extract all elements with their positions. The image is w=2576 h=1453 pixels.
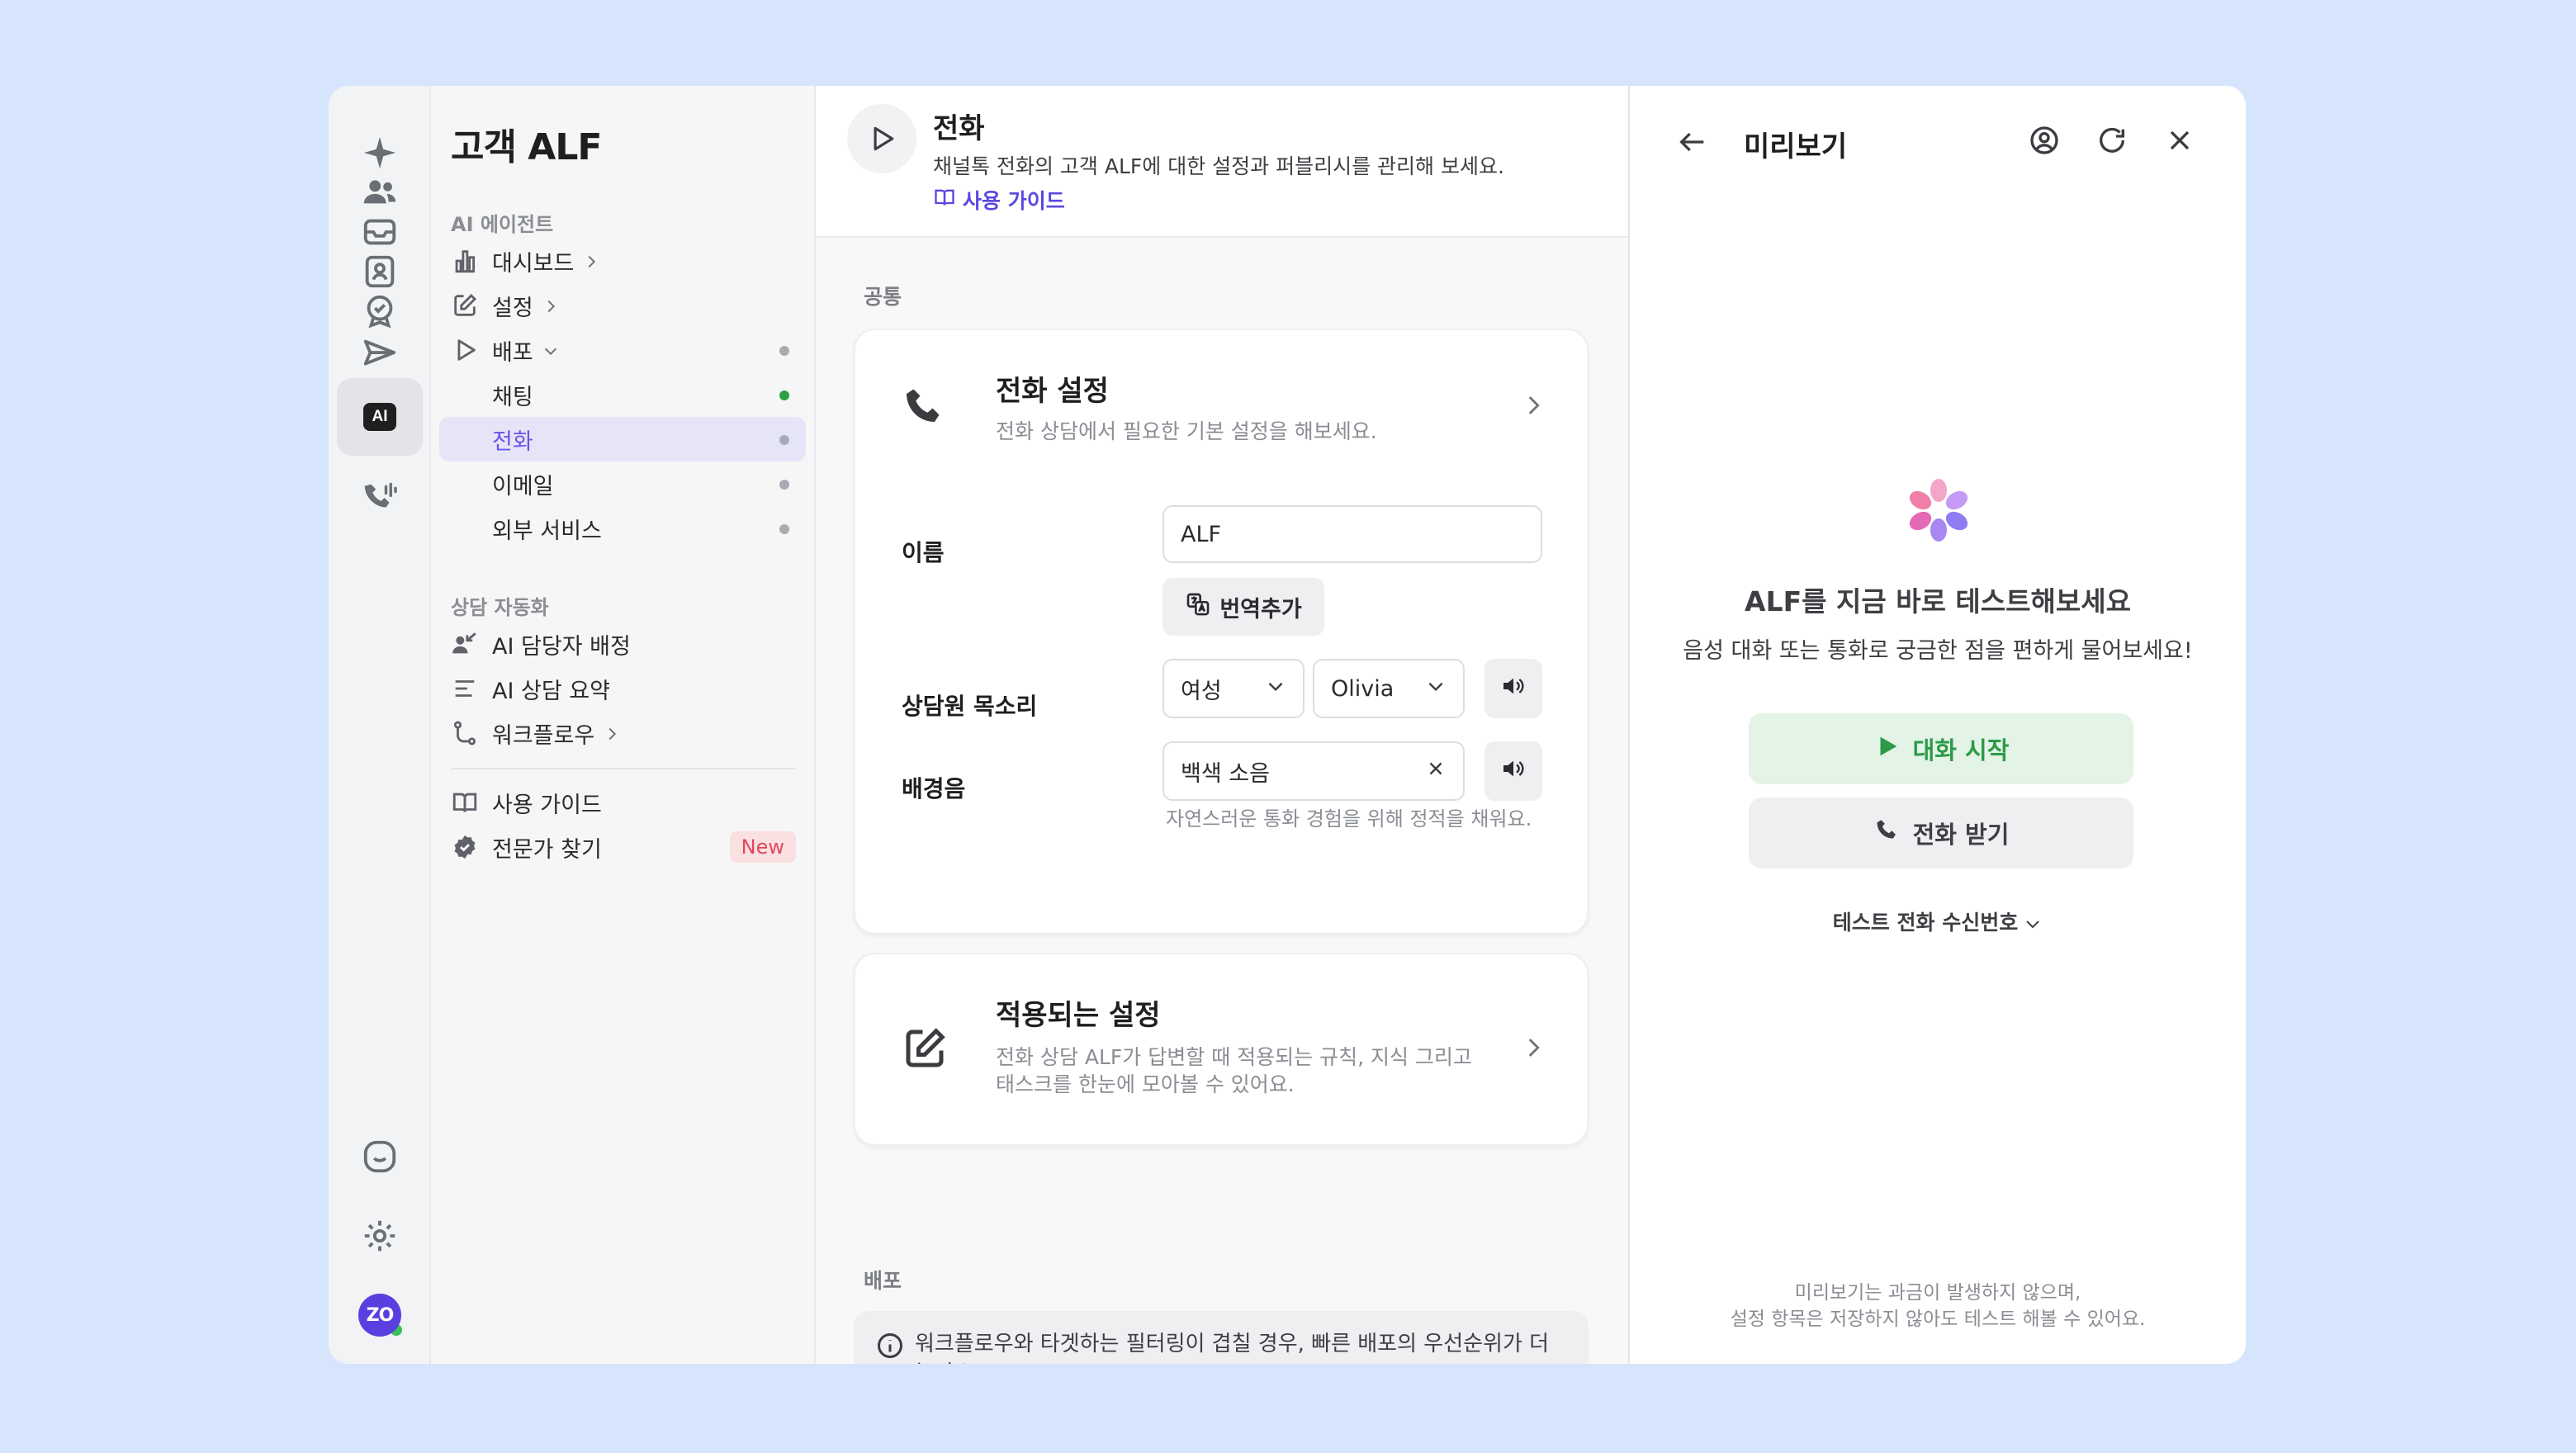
preview-panel: 미리보기 ALF를 지금 바로 테스트해보세요 음성 대화 또는 통화로 궁금한…: [1630, 86, 2246, 1364]
chevron-down-icon: [542, 338, 560, 362]
nav-item-guide[interactable]: 사용 가이드: [439, 780, 806, 825]
gender-select[interactable]: 여성: [1163, 659, 1305, 718]
edit-icon: [443, 291, 487, 319]
chevron-down-icon: [1265, 675, 1286, 703]
preview-subtext: 음성 대화 또는 통화로 궁금한 점을 편하게 물어보세요!: [1683, 638, 2193, 664]
chevron-right-icon[interactable]: [1519, 1034, 1547, 1065]
nav-item-ai-summary[interactable]: AI 상담 요약: [439, 666, 806, 711]
voice-play-button[interactable]: [1485, 659, 1542, 718]
alf-logo-icon: [1909, 479, 1968, 542]
chevron-down-icon: [2018, 911, 2043, 935]
nav-item-chat[interactable]: 채팅: [439, 372, 806, 417]
chevron-right-icon: [542, 294, 560, 317]
card-title: 적용되는 설정: [996, 999, 1161, 1032]
preview-title: 미리보기: [1744, 130, 1848, 163]
applied-settings-card[interactable]: 적용되는 설정 전화 상담 ALF가 답변할 때 적용되는 규칙, 지식 그리고…: [854, 953, 1589, 1146]
phone-icon: [1873, 816, 1901, 850]
background-sound-hint: 자연스러운 통화 경험을 위해 정적을 채워요.: [1166, 807, 1532, 831]
section-label-common: 공통: [864, 285, 902, 309]
chevron-right-icon[interactable]: [1519, 391, 1547, 423]
receive-call-button[interactable]: 전화 받기: [1749, 797, 2133, 868]
preview-actions: [2028, 124, 2196, 160]
phone-call-icon[interactable]: [337, 459, 423, 537]
nav-divider: [451, 768, 796, 769]
speaker-icon: [1500, 755, 1527, 788]
user-circle-icon[interactable]: [2028, 124, 2061, 160]
name-input[interactable]: ALF: [1163, 505, 1542, 563]
nav-item-dashboard[interactable]: 대시보드: [439, 239, 806, 283]
user-assign-icon: [443, 630, 487, 658]
chevron-right-icon: [582, 249, 600, 272]
main-panel: 전화 채널톡 전화의 고객 ALF에 대한 설정과 퍼블리시를 관리해 보세요.…: [816, 86, 1630, 1364]
nav-item-external-service[interactable]: 외부 서비스: [439, 506, 806, 551]
close-icon[interactable]: [2163, 124, 2196, 160]
status-dot: [779, 346, 789, 356]
section-label-deploy: 배포: [864, 1269, 902, 1293]
gear-icon[interactable]: [337, 1197, 423, 1275]
phone-icon: [900, 383, 949, 436]
chat-bubble-icon[interactable]: [337, 1118, 423, 1195]
guide-link[interactable]: 사용 가이드: [933, 185, 1065, 215]
status-dot: [779, 435, 789, 445]
section-ai-agent: AI 에이전트: [451, 213, 554, 236]
name-label: 이름: [902, 539, 945, 566]
card-description: 전화 상담에서 필요한 기본 설정을 해보세요.: [996, 419, 1377, 443]
verified-badge-icon: [443, 833, 487, 861]
page-description: 채널톡 전화의 고객 ALF에 대한 설정과 퍼블리시를 관리해 보세요.: [933, 154, 1504, 178]
nav-item-email[interactable]: 이메일: [439, 461, 806, 506]
play-icon: [847, 104, 916, 173]
speaker-icon: [1500, 673, 1527, 705]
nav-item-deploy[interactable]: 배포: [439, 328, 806, 372]
refresh-icon[interactable]: [2095, 124, 2129, 160]
info-icon: [875, 1331, 905, 1364]
card-title: 전화 설정: [996, 375, 1109, 408]
text-lines-icon: [443, 674, 487, 703]
voice-label: 상담원 목소리: [902, 693, 1038, 720]
app-window: AI ZO 고객 ALF AI 에이전트 대시보드 설정 배포 채팅 전화 이메…: [329, 86, 2246, 1364]
nav-item-settings[interactable]: 설정: [439, 283, 806, 328]
test-number-dropdown[interactable]: 테스트 전화 수신번호: [1630, 906, 2246, 936]
section-automation: 상담 자동화: [451, 596, 549, 619]
ai-icon[interactable]: AI: [337, 378, 423, 456]
translate-icon: [1185, 591, 1211, 623]
background-sound-play-button[interactable]: [1485, 741, 1542, 801]
chevron-right-icon: [603, 722, 621, 745]
workspace-avatar[interactable]: ZO: [337, 1276, 423, 1354]
close-icon[interactable]: [1425, 758, 1447, 785]
book-open-icon: [443, 788, 487, 816]
back-arrow-icon[interactable]: [1676, 125, 1709, 162]
phone-settings-card: 전화 설정 전화 상담에서 필요한 기본 설정을 해보세요. 이름 ALF 번역…: [854, 329, 1589, 935]
status-dot: [779, 524, 789, 534]
preview-footer: 미리보기는 과금이 발생하지 않으며, 설정 항목은 저장하지 않아도 테스트 …: [1730, 1282, 2146, 1330]
nav-item-ai-assign[interactable]: AI 담당자 배정: [439, 622, 806, 666]
deploy-info-box: 워크플로우와 타겟하는 필터링이 겹칠 경우, 빠른 배포의 우선순위가 더 높…: [854, 1311, 1589, 1364]
new-badge: New: [729, 831, 796, 863]
preview-headline: ALF를 지금 바로 테스트해보세요: [1745, 585, 2131, 618]
chevron-down-icon: [1425, 675, 1447, 703]
nav-title: 고객 ALF: [451, 126, 602, 168]
nav-item-phone[interactable]: 전화: [439, 417, 806, 461]
icon-rail: AI ZO: [329, 86, 431, 1364]
bar-chart-icon: [443, 247, 487, 275]
play-icon: [1873, 732, 1901, 766]
status-dot-active: [779, 390, 789, 400]
status-dot: [779, 480, 789, 490]
nav-item-workflow[interactable]: 워크플로우: [439, 711, 806, 755]
background-sound-label: 배경음: [902, 775, 966, 802]
edit-icon: [900, 1024, 949, 1077]
nav-sidebar: 고객 ALF AI 에이전트 대시보드 설정 배포 채팅 전화 이메일 외부 서…: [431, 86, 816, 1364]
card-description: 전화 상담 ALF가 답변할 때 적용되는 규칙, 지식 그리고 태스크를 한눈…: [996, 1045, 1472, 1096]
workflow-icon: [443, 719, 487, 747]
page-header: 전화 채널톡 전화의 고객 ALF에 대한 설정과 퍼블리시를 관리해 보세요.…: [816, 86, 1628, 238]
background-sound-select[interactable]: 백색 소음: [1163, 741, 1465, 801]
page-title: 전화: [933, 112, 985, 145]
book-open-icon: [933, 186, 956, 214]
nav-item-find-expert[interactable]: 전문가 찾기 New: [439, 825, 806, 869]
add-translation-button[interactable]: 번역추가: [1163, 578, 1324, 636]
play-icon: [443, 336, 487, 364]
start-conversation-button[interactable]: 대화 시작: [1749, 713, 2133, 784]
voice-select[interactable]: Olivia: [1313, 659, 1465, 718]
